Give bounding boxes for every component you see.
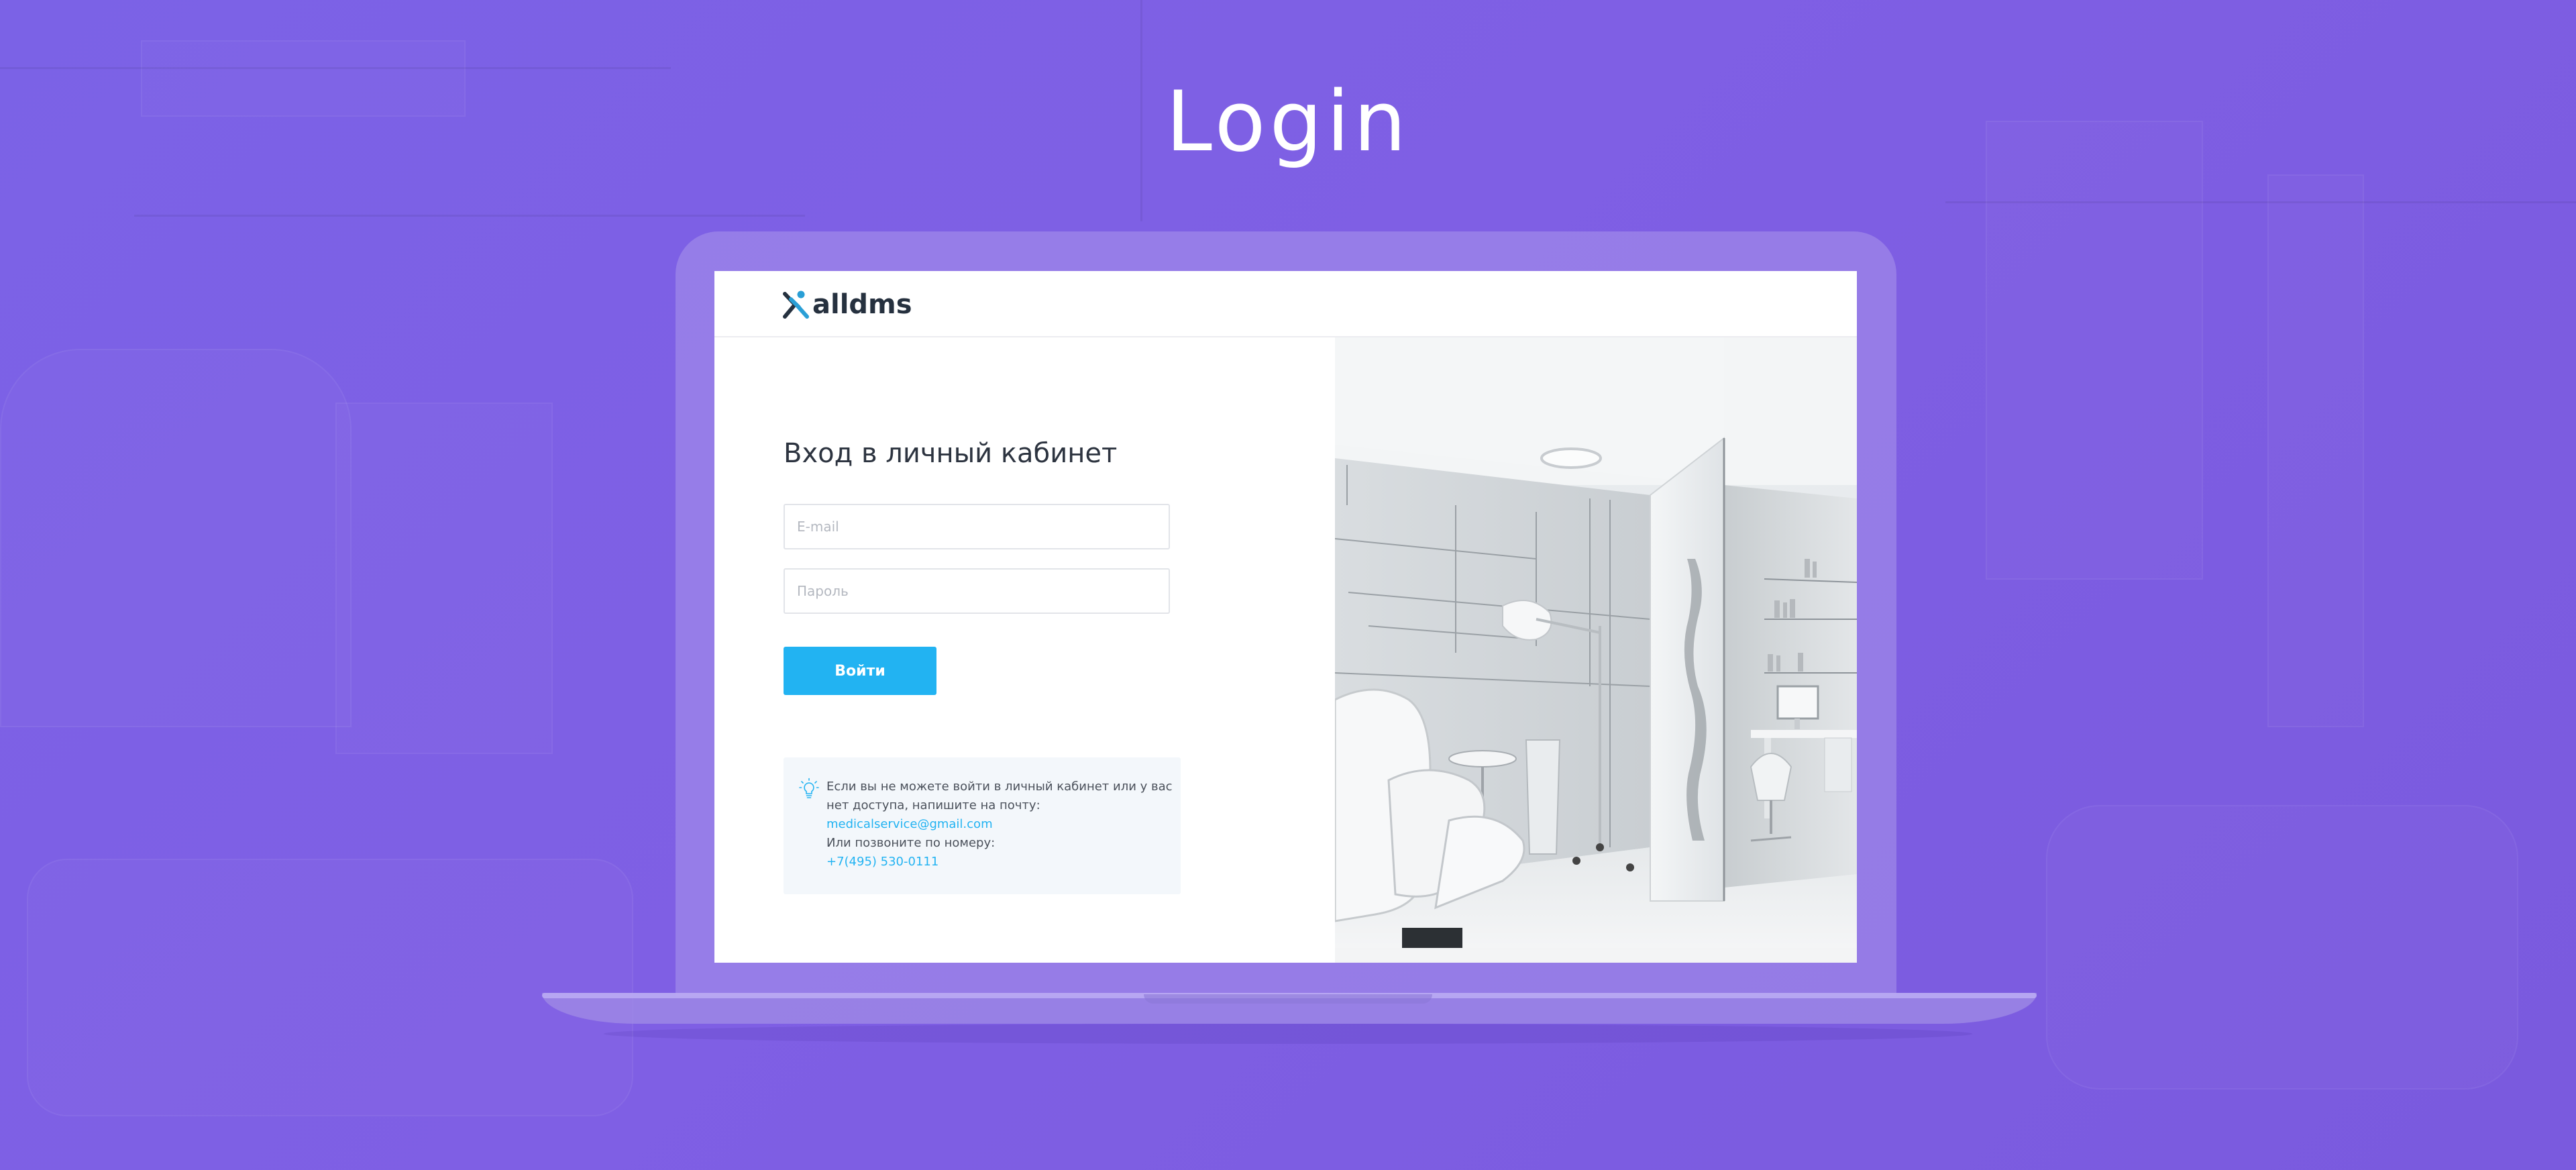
login-heading: Вход в личный кабинет [784,438,1118,469]
help-text: Если вы не можете войти в личный кабинет… [826,778,1173,871]
support-phone-link[interactable]: +7(495) 530-0111 [826,853,1162,871]
clinic-interior-illustration [1335,337,1857,963]
lightbulb-icon [799,778,819,798]
laptop-notch [1144,994,1432,1004]
logo-text: alldms [812,289,912,320]
presentation-background: Login alldms Вход в личный кабинет Войти [0,0,2576,1170]
help-line: Или позвоните по номеру: [826,836,996,850]
clinic-interior-photo [1335,337,1857,963]
password-field[interactable] [784,568,1170,614]
login-panel: Вход в личный кабинет Войти [714,337,1335,963]
login-button[interactable]: Войти [784,647,936,695]
site-logo[interactable]: alldms [783,288,912,321]
help-line: Если вы не можете войти в личный кабинет… [826,780,1173,794]
bg-decor [2267,174,2364,727]
laptop-screen: alldms Вход в личный кабинет Войти [714,271,1857,963]
help-box: Если вы не можете войти в личный кабинет… [784,757,1181,894]
bg-decor [335,403,553,754]
laptop-shadow [604,1024,1972,1044]
support-email-link[interactable]: medicalservice@gmail.com [826,815,1162,834]
page-title: Login [1165,74,1411,170]
bg-decor [0,67,671,69]
bg-decor [0,349,352,727]
bg-decor [2046,805,2518,1089]
bg-decor [1986,121,2203,580]
alldms-x-logo-icon [783,290,809,319]
site-header: alldms [714,271,1857,337]
bg-decor [1945,201,2576,203]
email-field[interactable] [784,504,1170,549]
bg-decor [134,215,805,217]
bg-decor [27,859,633,1116]
help-line: нет доступа, напишите на почту: [826,798,1040,812]
